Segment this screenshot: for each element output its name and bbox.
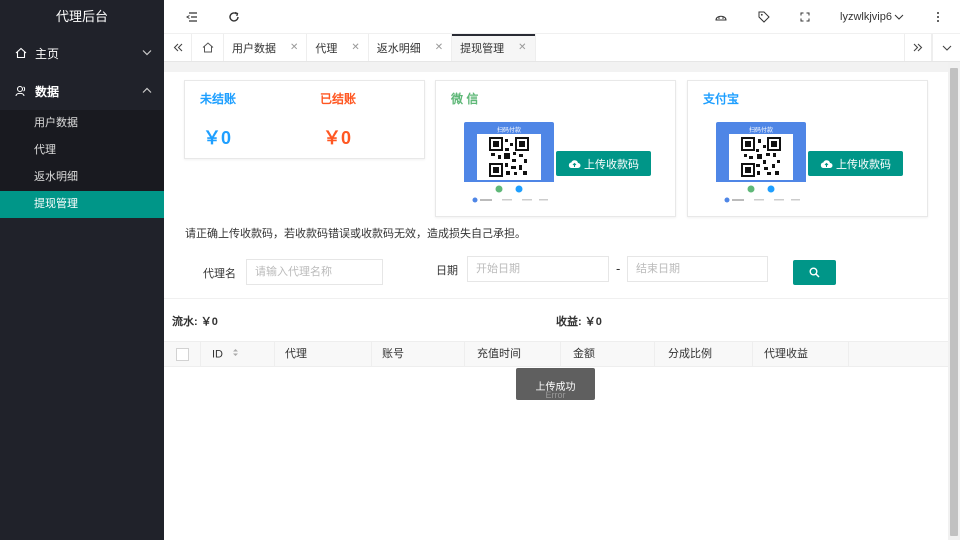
alipay-upload-button[interactable]: 上传收款码 [808, 151, 903, 176]
cloud-upload-icon [820, 159, 833, 168]
agent-name-input[interactable] [246, 259, 383, 285]
refresh-icon[interactable] [222, 0, 246, 34]
column-id[interactable]: ID [201, 342, 275, 367]
search-icon [809, 267, 820, 278]
wechat-card: 微 信 扫码付款 上传收款码 [435, 80, 676, 217]
unsettled-label: 未结账 [200, 92, 237, 106]
close-icon[interactable]: ✕ [351, 42, 359, 53]
menu-item-data-label: 数据 [35, 84, 60, 99]
sort-icon[interactable] [232, 342, 239, 367]
scrollbar-thumb[interactable] [950, 68, 958, 536]
tab-label: 代理 [315, 42, 338, 55]
qr-footer [464, 182, 554, 206]
data-submenu: 用户数据 代理 返水明细 提现管理 [0, 110, 164, 218]
theme-palette-icon[interactable] [709, 0, 733, 34]
settled-value: ￥0 [323, 128, 352, 148]
wechat-upload-button[interactable]: 上传收款码 [556, 151, 651, 176]
tab-label: 提现管理 [460, 42, 505, 55]
column-agent-income: 代理收益 [753, 342, 849, 367]
column-recharge-time: 充值时间 [465, 342, 561, 367]
sidebar-item-user-data[interactable]: 用户数据 [0, 110, 164, 137]
column-label: ID [212, 348, 223, 361]
income-summary: 收益: ￥0 [556, 316, 602, 328]
content-top-strip [164, 62, 948, 72]
tab-label: 返水明细 [376, 42, 421, 55]
tab-user-data[interactable]: 用户数据 ✕ [224, 34, 308, 61]
tab-bar: 用户数据 ✕ 代理 ✕ 返水明细 ✕ 提现管理 ✕ [164, 34, 960, 62]
home-tab-icon[interactable] [192, 34, 224, 61]
menu-item-home[interactable]: 主页 [0, 34, 164, 72]
tab-agent[interactable]: 代理 ✕ [307, 34, 369, 61]
qr-title: 扫码付款 [748, 128, 773, 134]
settled-label: 已结账 [320, 92, 357, 106]
divider [164, 298, 948, 299]
alipay-qr-image: 扫码付款 [716, 122, 806, 206]
column-account: 账号 [372, 342, 465, 367]
search-button[interactable] [793, 260, 836, 285]
unsettled-value: ￥0 [203, 128, 232, 148]
sidebar-item-withdraw[interactable]: 提现管理 [0, 191, 164, 218]
tabs-dropdown-icon[interactable] [932, 34, 960, 61]
alipay-label: 支付宝 [703, 92, 740, 106]
top-header: lyzwlkjvip6 [164, 0, 960, 34]
column-agent: 代理 [275, 342, 372, 367]
tab-spacer [536, 34, 904, 61]
user-icon [15, 85, 29, 97]
qr-code-icon [477, 134, 541, 180]
settlement-card: 未结账 ￥0 已结账 ￥0 [184, 80, 425, 159]
qr-footer [716, 182, 806, 206]
sidebar-item-agent[interactable]: 代理 [0, 137, 164, 164]
cloud-upload-icon [568, 159, 581, 168]
toast-message: 上传成功 Error [516, 368, 595, 400]
column-amount: 金额 [561, 342, 655, 367]
username: lyzwlkjvip6 [840, 11, 892, 23]
menu-item-data[interactable]: 数据 [0, 72, 164, 110]
tabs-scroll-right-icon[interactable] [904, 34, 932, 61]
agent-filter-label: 代理名 [203, 268, 236, 280]
sidebar-item-rebate-detail[interactable]: 返水明细 [0, 164, 164, 191]
alipay-card: 支付宝 扫码付款 上传收款码 [687, 80, 928, 217]
tab-withdraw[interactable]: 提现管理 ✕ [452, 34, 536, 61]
fullscreen-icon[interactable] [793, 0, 817, 34]
tabs-scroll-left-icon[interactable] [164, 34, 192, 61]
close-icon[interactable]: ✕ [290, 42, 298, 53]
date-separator: - [616, 261, 621, 276]
wechat-label: 微 信 [451, 92, 479, 106]
home-icon [15, 47, 29, 59]
wechat-qr-image: 扫码付款 [464, 122, 554, 206]
close-icon[interactable]: ✕ [518, 42, 526, 53]
app-title: 代理后台 [55, 9, 108, 24]
tab-label: 用户数据 [232, 42, 276, 55]
qr-title: 扫码付款 [496, 128, 521, 134]
sidebar: 代理后台 主页 数据 用户数据 代理 返水明细 提现管理 [0, 0, 164, 540]
upload-notice: 请正确上传收款码，若收款码错误或收款码无效，造成损失自己承担。 [185, 228, 526, 240]
menu-item-home-label: 主页 [35, 46, 60, 61]
main-content: 未结账 ￥0 已结账 ￥0 微 信 扫码付款 上传收款码 支付宝 扫码付款 上传… [164, 62, 948, 540]
select-all-checkbox[interactable] [176, 348, 189, 361]
tag-icon[interactable] [752, 0, 776, 34]
flow-summary: 流水: ￥0 [172, 316, 218, 328]
chevron-down-icon [894, 14, 904, 20]
user-menu[interactable]: lyzwlkjvip6 [836, 0, 908, 34]
page-scrollbar[interactable] [948, 62, 960, 540]
close-icon[interactable]: ✕ [435, 42, 443, 53]
menu-toggle-icon[interactable] [180, 0, 204, 34]
select-all-cell [164, 342, 201, 367]
start-date-input[interactable] [467, 256, 609, 282]
qr-code-icon [729, 134, 793, 180]
upload-label: 上传收款码 [836, 158, 891, 171]
upload-label: 上传收款码 [584, 158, 639, 171]
chevron-up-icon [142, 86, 152, 97]
tab-rebate-detail[interactable]: 返水明细 ✕ [369, 34, 453, 61]
end-date-input[interactable] [627, 256, 768, 282]
date-filter-label: 日期 [436, 265, 458, 277]
chevron-down-icon [142, 48, 152, 59]
table-header: ID 代理 账号 充值时间 金额 分成比例 代理收益 [164, 341, 948, 367]
more-vertical-icon[interactable] [929, 0, 947, 34]
toast-subtext: Error [545, 390, 566, 400]
column-share-ratio: 分成比例 [655, 342, 753, 367]
